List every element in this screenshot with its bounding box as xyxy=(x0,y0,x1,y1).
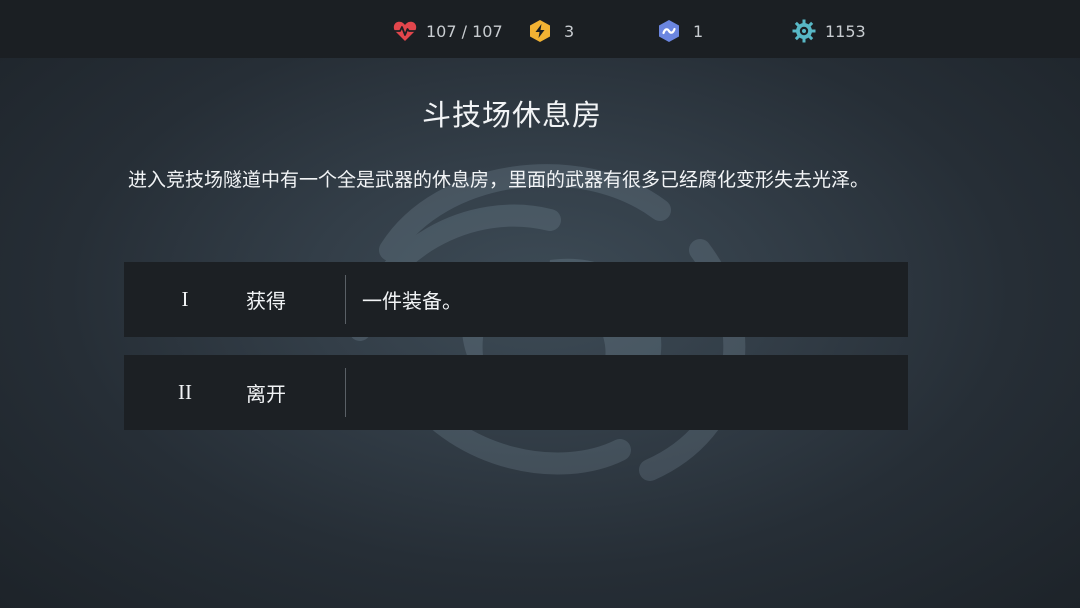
energy-value: 3 xyxy=(564,21,575,41)
choice-label: 获得 xyxy=(246,289,286,313)
choice-leave-button[interactable]: II 离开 xyxy=(124,355,908,430)
hp-stat: 107 / 107 xyxy=(392,18,503,44)
choice-obtain-button[interactable]: I 获得 一件装备。 xyxy=(124,262,908,337)
choice-effect: 一件装备。 xyxy=(362,289,462,313)
choice-divider xyxy=(345,368,346,417)
event-description: 进入竞技场隧道中有一个全是武器的休息房，里面的武器有很多已经腐化变形失去光泽。 xyxy=(128,169,870,191)
status-bar: 107 / 107 3 1 1153 xyxy=(0,0,1080,58)
choice-divider xyxy=(345,275,346,324)
event-title: 斗技场休息房 xyxy=(421,98,602,132)
token-stat: 1 xyxy=(657,18,703,44)
lightning-hexagon-icon xyxy=(530,20,550,42)
choice-label: 离开 xyxy=(246,382,286,406)
energy-stat: 3 xyxy=(528,18,574,44)
heart-pulse-icon xyxy=(393,21,417,41)
wave-hexagon-icon xyxy=(659,20,679,42)
gold-value: 1153 xyxy=(825,21,866,41)
gold-stat: 1153 xyxy=(791,18,866,44)
choice-numeral: I xyxy=(181,287,189,311)
choice-numeral: II xyxy=(178,380,192,404)
hp-value: 107 / 107 xyxy=(426,21,503,41)
token-value: 1 xyxy=(693,21,704,41)
gear-coin-icon xyxy=(792,19,816,43)
